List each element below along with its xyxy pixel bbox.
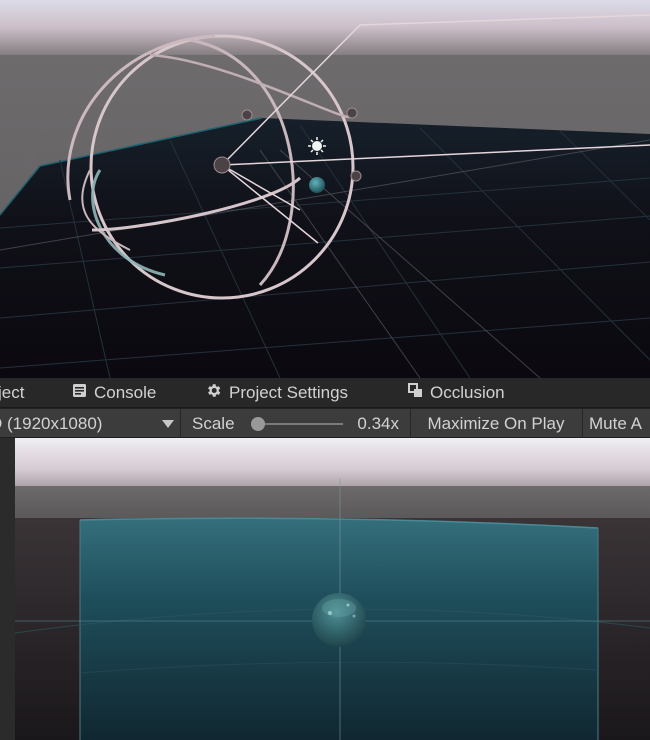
tab-occlusion[interactable]: Occlusion [408,378,505,408]
scene-view[interactable] [0,0,650,378]
scene-viewport[interactable] [0,0,650,378]
scale-control: Scale 0.34x [181,409,411,438]
game-view[interactable] [0,438,650,740]
tab-console[interactable]: Console [72,378,156,408]
scale-slider-track[interactable] [255,423,343,425]
sphere-object[interactable] [309,177,325,193]
tab-project[interactable]: ject [0,378,24,408]
light-probe-icon[interactable] [241,109,253,121]
resolution-label: D (1920x1080) [0,413,103,433]
tab-console-label: Console [94,383,157,402]
game-view-toolbar: D (1920x1080) Scale 0.34x Maximize On Pl… [0,408,650,438]
light-probe-icon[interactable] [350,170,362,182]
chevron-down-icon [162,420,174,428]
tab-project-label: ject [0,383,25,402]
tab-occlusion-label: Occlusion [430,383,505,402]
resolution-dropdown[interactable]: D (1920x1080) [0,409,181,438]
scale-label: Scale [192,413,235,433]
tab-project-settings-label: Project Settings [229,383,349,402]
game-skybox [15,438,650,490]
gear-icon [205,382,222,404]
skybox [0,0,650,60]
editor-tab-bar: ject Console Project Settings Occlusion [0,378,650,408]
occlusion-icon [408,383,423,403]
tab-project-settings[interactable]: Project Settings [205,378,348,408]
unity-editor: ject Console Project Settings Occlusion … [0,0,650,740]
scale-value: 0.34x [357,413,399,433]
light-probe-icon[interactable] [346,107,358,119]
console-icon [72,383,87,403]
game-viewport[interactable] [0,438,650,740]
maximize-on-play-label: Maximize On Play [427,413,565,433]
maximize-on-play-toggle[interactable]: Maximize On Play [410,409,583,438]
sphere-object [312,593,366,647]
scale-slider-handle[interactable] [251,417,265,431]
light-probe-icon[interactable] [213,156,231,174]
mute-audio-toggle[interactable]: Mute A [582,409,650,438]
mute-audio-label: Mute A [589,413,642,433]
game-view-left-border [0,438,15,740]
